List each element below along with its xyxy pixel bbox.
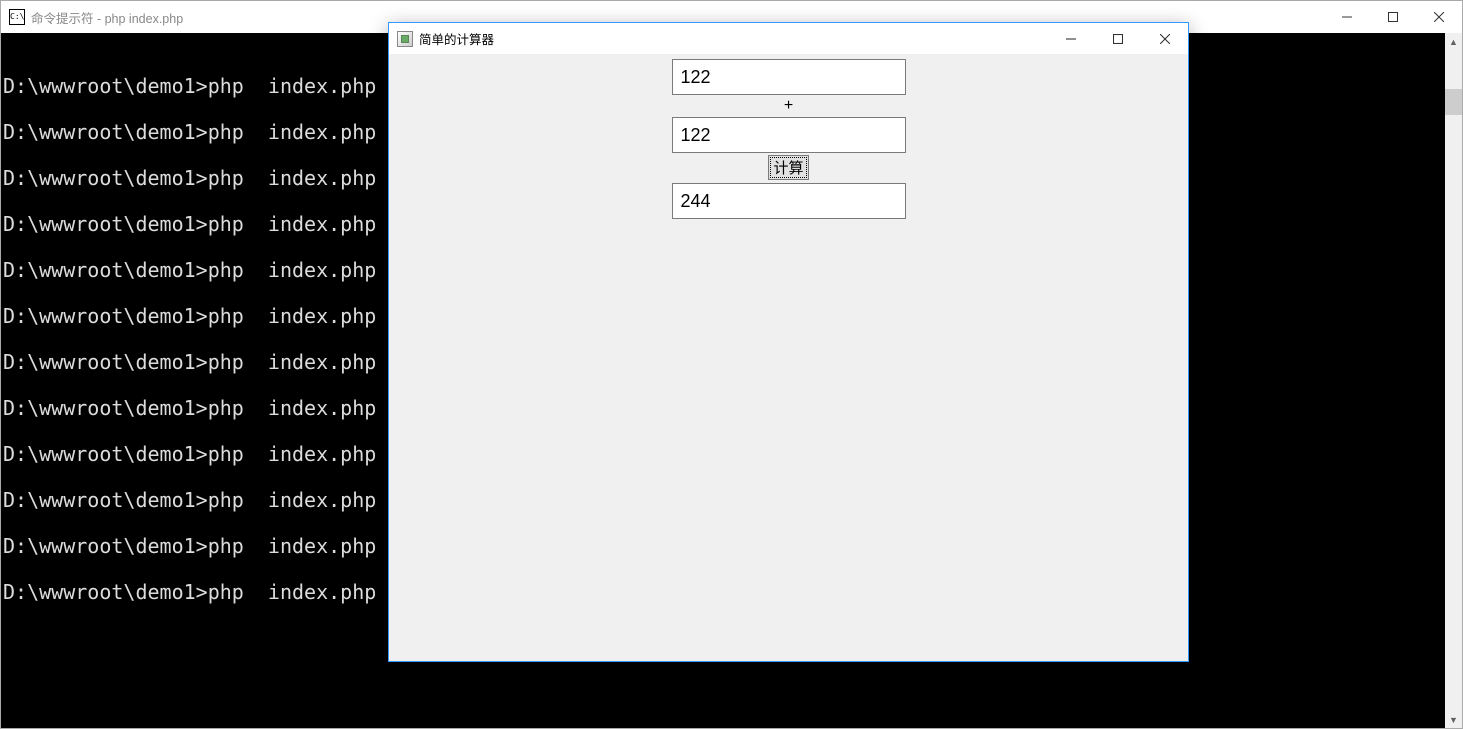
calc-title: 简单的计算器: [419, 29, 494, 48]
calc-titlebar[interactable]: 简单的计算器: [389, 23, 1188, 54]
scroll-down-icon[interactable]: ▼: [1445, 711, 1462, 728]
result-output[interactable]: [672, 183, 906, 219]
maximize-button[interactable]: [1370, 1, 1416, 33]
scroll-up-icon[interactable]: ▲: [1445, 33, 1462, 50]
calc-maximize-button[interactable]: [1094, 23, 1141, 54]
calculator-window: 简单的计算器 + 计算: [388, 22, 1189, 662]
calc-body: + 计算: [389, 54, 1188, 661]
minimize-button[interactable]: [1324, 1, 1370, 33]
calc-minimize-button[interactable]: [1047, 23, 1094, 54]
operand1-input[interactable]: [672, 59, 906, 95]
minimize-icon: [1342, 12, 1352, 22]
minimize-icon: [1066, 34, 1076, 44]
maximize-icon: [1113, 34, 1123, 44]
calc-close-button[interactable]: [1141, 23, 1188, 54]
close-icon: [1434, 12, 1444, 22]
operand2-input[interactable]: [672, 117, 906, 153]
cmd-title: 命令提示符 - php index.php: [31, 8, 183, 27]
close-button[interactable]: [1416, 1, 1462, 33]
calc-app-icon: [397, 31, 413, 47]
cmd-scrollbar[interactable]: ▲ ▼: [1445, 33, 1462, 728]
scroll-thumb[interactable]: [1445, 89, 1462, 115]
cmd-icon: C:\: [9, 9, 25, 25]
operator-label: +: [784, 95, 793, 117]
cmd-window-controls: [1324, 1, 1462, 33]
close-icon: [1160, 34, 1170, 44]
calc-window-controls: [1047, 23, 1188, 54]
calculate-button[interactable]: 计算: [768, 155, 808, 180]
maximize-icon: [1388, 12, 1398, 22]
